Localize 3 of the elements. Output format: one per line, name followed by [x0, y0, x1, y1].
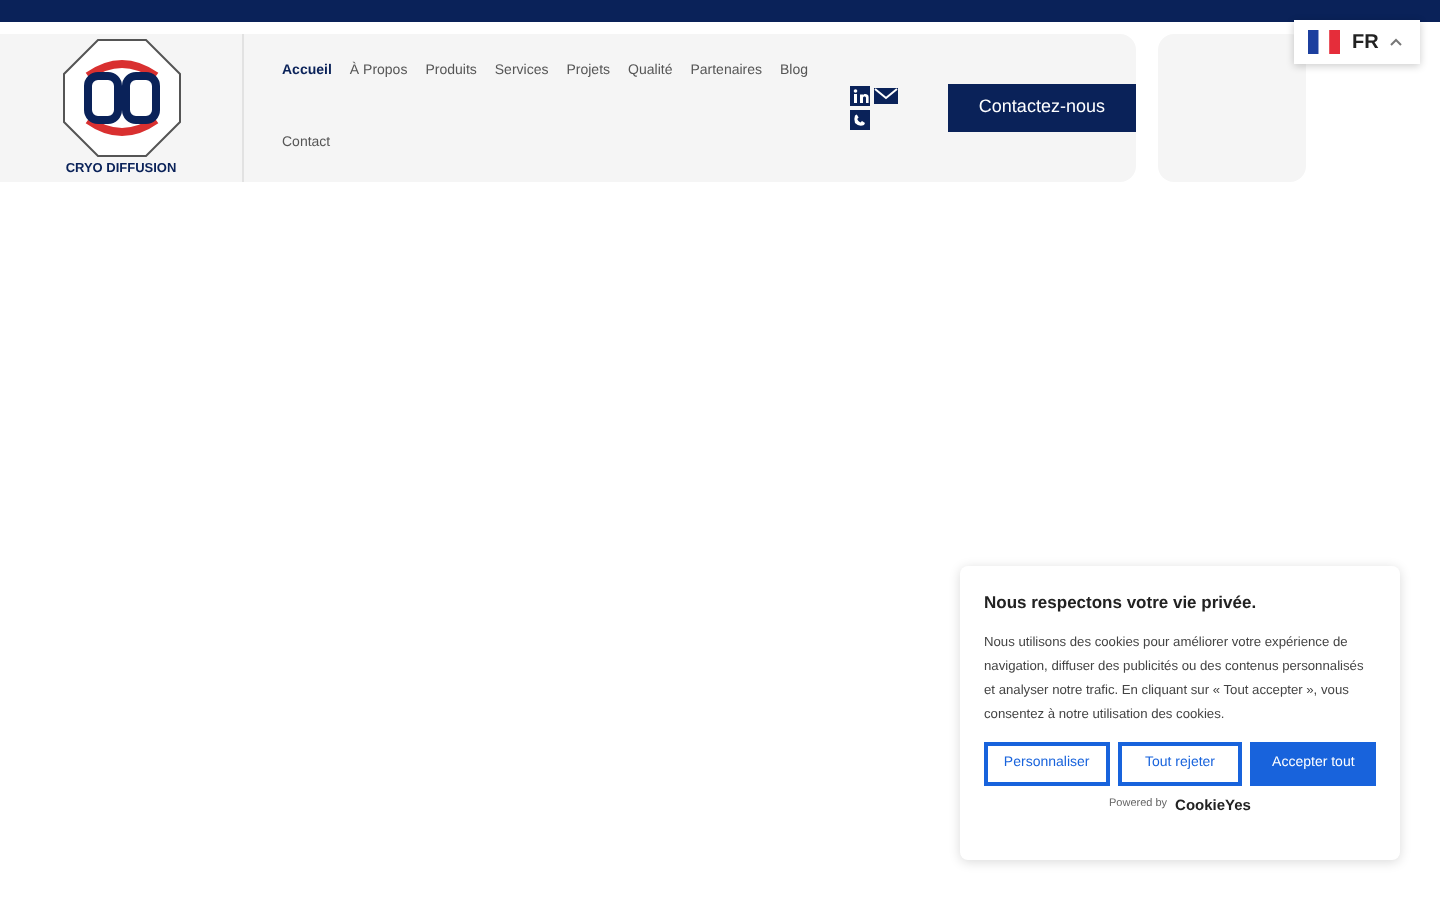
language-selector[interactable]: FR: [1294, 20, 1420, 64]
banner-title: Nous respectons votre vie privée.: [984, 590, 1259, 616]
contact-button[interactable]: Contactez-nous: [947, 84, 1136, 132]
